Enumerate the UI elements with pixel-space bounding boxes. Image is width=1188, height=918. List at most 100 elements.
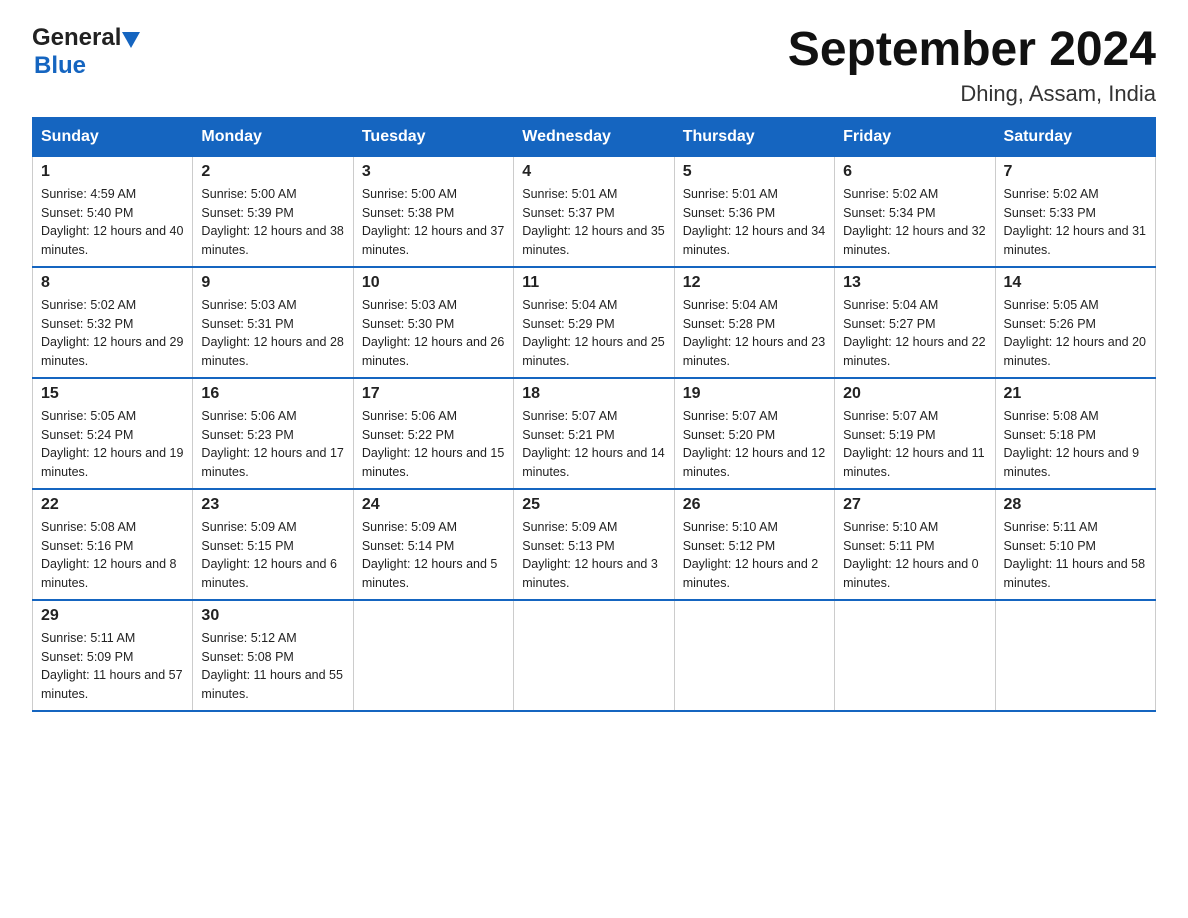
day-info: Sunrise: 5:04 AMSunset: 5:27 PMDaylight:… [843,296,986,371]
calendar-cell: 23 Sunrise: 5:09 AMSunset: 5:15 PMDayligh… [193,489,353,600]
day-number: 3 [362,163,505,181]
day-number: 19 [683,385,826,403]
day-info: Sunrise: 5:00 AMSunset: 5:39 PMDaylight:… [201,185,344,260]
day-info: Sunrise: 5:05 AMSunset: 5:24 PMDaylight:… [41,407,184,482]
day-number: 1 [41,163,184,181]
day-info: Sunrise: 4:59 AMSunset: 5:40 PMDaylight:… [41,185,184,260]
calendar-cell: 30 Sunrise: 5:12 AMSunset: 5:08 PMDayligh… [193,600,353,711]
calendar-table: SundayMondayTuesdayWednesdayThursdayFrid… [32,117,1156,712]
day-info: Sunrise: 5:05 AMSunset: 5:26 PMDaylight:… [1004,296,1147,371]
day-info: Sunrise: 5:11 AMSunset: 5:10 PMDaylight:… [1004,518,1147,593]
weekday-header-tuesday: Tuesday [353,117,513,156]
day-info: Sunrise: 5:02 AMSunset: 5:34 PMDaylight:… [843,185,986,260]
day-info: Sunrise: 5:02 AMSunset: 5:33 PMDaylight:… [1004,185,1147,260]
calendar-cell: 7 Sunrise: 5:02 AMSunset: 5:33 PMDaylight… [995,156,1155,267]
day-info: Sunrise: 5:04 AMSunset: 5:28 PMDaylight:… [683,296,826,371]
day-info: Sunrise: 5:10 AMSunset: 5:11 PMDaylight:… [843,518,986,593]
calendar-cell: 20 Sunrise: 5:07 AMSunset: 5:19 PMDayligh… [835,378,995,489]
day-number: 16 [201,385,344,403]
calendar-subtitle: Dhing, Assam, India [788,81,1156,107]
day-number: 30 [201,607,344,625]
calendar-cell: 9 Sunrise: 5:03 AMSunset: 5:31 PMDaylight… [193,267,353,378]
day-info: Sunrise: 5:01 AMSunset: 5:37 PMDaylight:… [522,185,665,260]
weekday-header-friday: Friday [835,117,995,156]
calendar-cell: 10 Sunrise: 5:03 AMSunset: 5:30 PMDayligh… [353,267,513,378]
calendar-cell: 29Sunrise: 5:11 AMSunset: 5:09 PMDayligh… [33,600,193,711]
calendar-cell [353,600,513,711]
day-info: Sunrise: 5:02 AMSunset: 5:32 PMDaylight:… [41,296,184,371]
day-number: 22 [41,496,184,514]
day-info: Sunrise: 5:08 AMSunset: 5:18 PMDaylight:… [1004,407,1147,482]
day-info: Sunrise: 5:09 AMSunset: 5:15 PMDaylight:… [201,518,344,593]
calendar-title: September 2024 [788,24,1156,77]
calendar-cell: 4 Sunrise: 5:01 AMSunset: 5:37 PMDaylight… [514,156,674,267]
calendar-cell: 28 Sunrise: 5:11 AMSunset: 5:10 PMDayligh… [995,489,1155,600]
day-info: Sunrise: 5:12 AMSunset: 5:08 PMDaylight:… [201,629,344,704]
calendar-week-row: 22 Sunrise: 5:08 AMSunset: 5:16 PMDayligh… [33,489,1156,600]
day-info: Sunrise: 5:11 AMSunset: 5:09 PMDaylight:… [41,629,184,704]
calendar-cell: 11Sunrise: 5:04 AMSunset: 5:29 PMDayligh… [514,267,674,378]
day-number: 17 [362,385,505,403]
calendar-cell: 18Sunrise: 5:07 AMSunset: 5:21 PMDayligh… [514,378,674,489]
calendar-cell: 2Sunrise: 5:00 AMSunset: 5:39 PMDaylight… [193,156,353,267]
day-number: 10 [362,274,505,292]
calendar-cell: 19 Sunrise: 5:07 AMSunset: 5:20 PMDayligh… [674,378,834,489]
calendar-cell: 1 Sunrise: 4:59 AMSunset: 5:40 PMDaylight… [33,156,193,267]
weekday-header-row: SundayMondayTuesdayWednesdayThursdayFrid… [33,117,1156,156]
day-number: 9 [201,274,344,292]
calendar-cell: 8Sunrise: 5:02 AMSunset: 5:32 PMDaylight… [33,267,193,378]
calendar-cell: 3 Sunrise: 5:00 AMSunset: 5:38 PMDaylight… [353,156,513,267]
calendar-week-row: 15Sunrise: 5:05 AMSunset: 5:24 PMDayligh… [33,378,1156,489]
weekday-header-saturday: Saturday [995,117,1155,156]
logo-blue-text: Blue [34,52,86,79]
day-info: Sunrise: 5:07 AMSunset: 5:21 PMDaylight:… [522,407,665,482]
calendar-cell: 22 Sunrise: 5:08 AMSunset: 5:16 PMDayligh… [33,489,193,600]
logo-triangle-icon [122,32,140,48]
title-block: September 2024 Dhing, Assam, India [788,24,1156,107]
weekday-header-sunday: Sunday [33,117,193,156]
day-number: 6 [843,163,986,181]
calendar-cell: 25 Sunrise: 5:09 AMSunset: 5:13 PMDayligh… [514,489,674,600]
calendar-cell: 16 Sunrise: 5:06 AMSunset: 5:23 PMDayligh… [193,378,353,489]
day-number: 25 [522,496,665,514]
calendar-week-row: 29Sunrise: 5:11 AMSunset: 5:09 PMDayligh… [33,600,1156,711]
calendar-cell: 13 Sunrise: 5:04 AMSunset: 5:27 PMDayligh… [835,267,995,378]
weekday-header-thursday: Thursday [674,117,834,156]
calendar-cell: 12 Sunrise: 5:04 AMSunset: 5:28 PMDayligh… [674,267,834,378]
day-info: Sunrise: 5:00 AMSunset: 5:38 PMDaylight:… [362,185,505,260]
calendar-cell: 14 Sunrise: 5:05 AMSunset: 5:26 PMDayligh… [995,267,1155,378]
calendar-cell [674,600,834,711]
day-number: 7 [1004,163,1147,181]
day-info: Sunrise: 5:06 AMSunset: 5:23 PMDaylight:… [201,407,344,482]
day-number: 4 [522,163,665,181]
logo-general-text: General [32,24,121,52]
calendar-cell: 5Sunrise: 5:01 AMSunset: 5:36 PMDaylight… [674,156,834,267]
day-info: Sunrise: 5:04 AMSunset: 5:29 PMDaylight:… [522,296,665,371]
day-info: Sunrise: 5:07 AMSunset: 5:19 PMDaylight:… [843,407,986,482]
calendar-cell: 26 Sunrise: 5:10 AMSunset: 5:12 PMDayligh… [674,489,834,600]
day-info: Sunrise: 5:07 AMSunset: 5:20 PMDaylight:… [683,407,826,482]
calendar-cell: 17 Sunrise: 5:06 AMSunset: 5:22 PMDayligh… [353,378,513,489]
logo: General Blue [32,24,140,80]
day-number: 12 [683,274,826,292]
day-number: 27 [843,496,986,514]
day-number: 23 [201,496,344,514]
day-info: Sunrise: 5:06 AMSunset: 5:22 PMDaylight:… [362,407,505,482]
day-number: 13 [843,274,986,292]
calendar-cell: 21Sunrise: 5:08 AMSunset: 5:18 PMDayligh… [995,378,1155,489]
day-info: Sunrise: 5:10 AMSunset: 5:12 PMDaylight:… [683,518,826,593]
day-info: Sunrise: 5:03 AMSunset: 5:30 PMDaylight:… [362,296,505,371]
day-info: Sunrise: 5:09 AMSunset: 5:13 PMDaylight:… [522,518,665,593]
calendar-cell [995,600,1155,711]
day-number: 28 [1004,496,1147,514]
day-number: 20 [843,385,986,403]
page-header: General Blue September 2024 Dhing, Assam… [32,24,1156,107]
day-info: Sunrise: 5:09 AMSunset: 5:14 PMDaylight:… [362,518,505,593]
day-number: 14 [1004,274,1147,292]
day-info: Sunrise: 5:03 AMSunset: 5:31 PMDaylight:… [201,296,344,371]
calendar-cell: 6 Sunrise: 5:02 AMSunset: 5:34 PMDaylight… [835,156,995,267]
calendar-week-row: 1 Sunrise: 4:59 AMSunset: 5:40 PMDaylight… [33,156,1156,267]
day-info: Sunrise: 5:08 AMSunset: 5:16 PMDaylight:… [41,518,184,593]
day-number: 26 [683,496,826,514]
calendar-cell [514,600,674,711]
